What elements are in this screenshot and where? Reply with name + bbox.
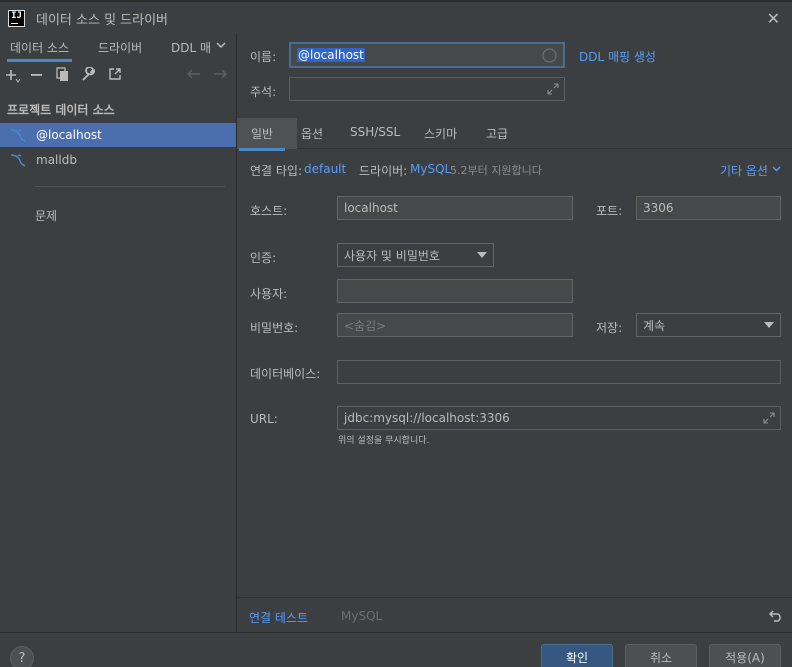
data-source-label: malldb <box>36 153 77 167</box>
back-arrow-icon[interactable] <box>187 69 201 79</box>
save-label: 저장: <box>596 321 623 335</box>
auth-value: 사용자 및 비밀번호 <box>344 248 440 263</box>
data-source-item-malldb[interactable]: malldb <box>0 148 236 172</box>
data-source-item-localhost[interactable]: @localhost <box>0 123 236 147</box>
circle-icon[interactable] <box>542 48 557 63</box>
tab-drivers[interactable]: 드라이버 <box>98 39 142 56</box>
title-bar: IJ 데이터 소스 및 드라이버 ✕ <box>0 0 792 34</box>
expand-icon[interactable] <box>762 411 776 425</box>
divider <box>35 186 225 187</box>
left-toolbar <box>0 61 236 89</box>
database-label: 데이터베이스: <box>250 367 321 381</box>
tab-data-sources[interactable]: 데이터 소스 <box>6 39 73 62</box>
window-title: 데이터 소스 및 드라이버 <box>36 12 168 28</box>
app-icon: IJ <box>8 9 25 27</box>
general-tabs: 일반 옵션 SSH/SSL 스키마 고급 <box>237 118 792 151</box>
url-value: jdbc:mysql://localhost:3306 <box>344 411 510 425</box>
cancel-button[interactable]: 취소 <box>625 644 697 667</box>
save-dropdown[interactable]: 계속 <box>636 313 781 337</box>
mysql-icon <box>10 129 26 142</box>
expand-icon[interactable] <box>546 82 560 96</box>
driver-note: 5.2부터 지원합니다 <box>450 164 542 177</box>
project-data-sources-title: 프로젝트 데이터 소스 <box>7 103 115 117</box>
comment-label: 주석: <box>250 85 277 99</box>
tab-options[interactable]: 옵션 <box>301 125 323 142</box>
host-value: localhost <box>344 201 398 215</box>
user-label: 사용자: <box>250 287 288 301</box>
open-external-icon[interactable] <box>108 67 122 81</box>
help-button[interactable]: ? <box>10 646 34 667</box>
driver-link[interactable]: MySQL <box>410 162 451 176</box>
wrench-icon[interactable] <box>81 67 96 82</box>
data-source-label: @localhost <box>36 128 102 142</box>
port-input[interactable]: 3306 <box>636 196 781 220</box>
password-input[interactable]: <숨김> <box>337 313 573 337</box>
auth-dropdown[interactable]: 사용자 및 비밀번호 <box>337 243 494 267</box>
url-input[interactable]: jdbc:mysql://localhost:3306 <box>337 406 781 430</box>
database-input[interactable] <box>337 360 781 384</box>
problems-item[interactable]: 문제 <box>35 207 57 224</box>
dropdown-arrow-icon <box>764 322 774 328</box>
left-panel: 데이터 소스 드라이버 DDL 매 프로젝트 데이터 소스 @localhost… <box>0 34 237 632</box>
remove-icon[interactable] <box>31 74 43 77</box>
tab-schemas[interactable]: 스키마 <box>424 125 457 142</box>
tab-advanced[interactable]: 고급 <box>486 125 508 142</box>
help-icon: ? <box>18 650 26 666</box>
url-hint: 위의 설정을 무시합니다. <box>338 436 430 446</box>
save-value: 계속 <box>643 318 666 333</box>
tab-general[interactable]: 일반 <box>238 125 286 151</box>
copy-icon[interactable] <box>56 67 70 82</box>
undo-icon[interactable] <box>769 609 783 622</box>
tab-ssh-ssl[interactable]: SSH/SSL <box>350 125 400 139</box>
dialog-footer: ? 확인 취소 적용(A) <box>0 632 792 667</box>
mysql-icon <box>10 154 26 167</box>
port-value: 3306 <box>643 201 674 215</box>
host-input[interactable]: localhost <box>337 196 573 220</box>
chevron-down-icon[interactable] <box>772 166 781 172</box>
name-input[interactable]: @localhost <box>289 42 565 68</box>
name-label: 이름: <box>250 50 277 64</box>
port-label: 포트: <box>596 204 623 218</box>
left-tabs: 데이터 소스 드라이버 DDL 매 <box>0 34 236 62</box>
test-driver-label: MySQL <box>341 609 383 623</box>
tab-ddl-mappings[interactable]: DDL 매 <box>171 39 211 56</box>
auth-label: 인증: <box>250 251 277 265</box>
connection-type-link[interactable]: default <box>304 162 346 176</box>
add-icon[interactable] <box>6 69 20 83</box>
url-label: URL: <box>250 412 278 426</box>
ddl-mapping-link[interactable]: DDL 매핑 생성 <box>579 48 656 65</box>
other-options-link[interactable]: 기타 옵션 <box>720 162 768 179</box>
password-placeholder: <숨김> <box>344 318 387 333</box>
password-label: 비밀번호: <box>250 321 299 335</box>
chevron-down-icon[interactable] <box>216 42 226 50</box>
dropdown-arrow-icon <box>477 252 487 258</box>
apply-button[interactable]: 적용(A) <box>709 644 781 667</box>
connection-type-label: 연결 타입: <box>250 164 303 178</box>
name-value: @localhost <box>297 48 365 62</box>
comment-input[interactable] <box>289 77 565 101</box>
test-connection-link[interactable]: 연결 테스트 <box>249 609 308 626</box>
test-connection-bar: 연결 테스트 MySQL <box>237 597 792 632</box>
host-label: 호스트: <box>250 204 288 218</box>
right-panel: 이름: @localhost DDL 매핑 생성 주석: 일반 옵션 SSH/S… <box>237 34 792 632</box>
close-icon[interactable]: ✕ <box>767 9 780 28</box>
ok-button[interactable]: 확인 <box>541 644 613 667</box>
driver-label: 드라이버: <box>359 164 408 178</box>
user-input[interactable] <box>337 279 573 303</box>
forward-arrow-icon[interactable] <box>213 69 227 79</box>
